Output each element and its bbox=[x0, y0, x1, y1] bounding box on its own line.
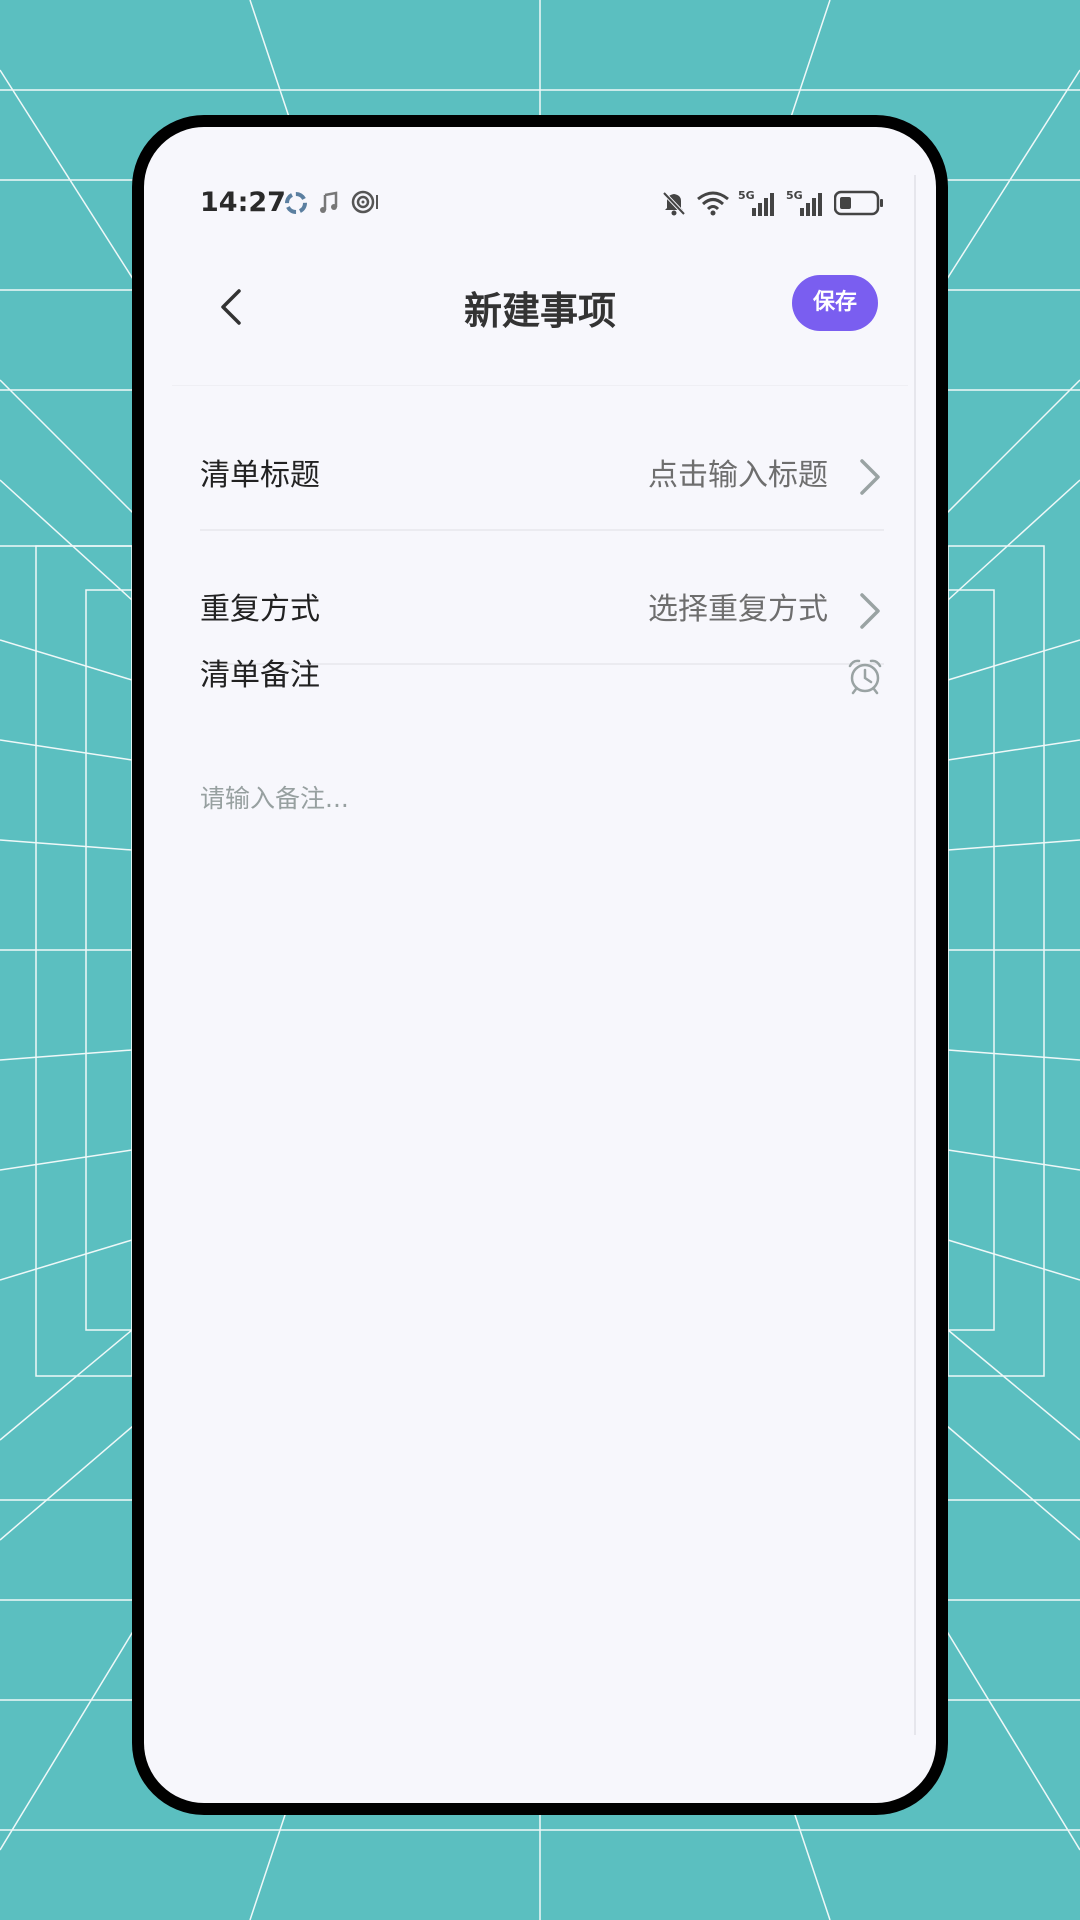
phone-frame: 14:27 5G 5G 新建事项 保存 清单标题 点击输入标题 重复方式 选择重… bbox=[132, 115, 948, 1815]
app-notification-icon bbox=[285, 192, 307, 214]
title-row-label: 清单标题 bbox=[200, 458, 320, 493]
title-row[interactable]: 清单标题 点击输入标题 bbox=[200, 421, 884, 531]
svg-text:5G: 5G bbox=[786, 189, 803, 202]
title-input-placeholder[interactable]: 点击输入标题 bbox=[648, 455, 828, 497]
header-divider bbox=[172, 385, 908, 386]
scrollbar-track[interactable] bbox=[914, 175, 916, 1735]
status-notification-icons bbox=[284, 187, 380, 219]
status-system-icons: 5G 5G bbox=[660, 187, 884, 219]
repeat-row-label: 重复方式 bbox=[200, 592, 320, 627]
save-button[interactable]: 保存 bbox=[792, 275, 878, 331]
battery-icon bbox=[834, 190, 883, 216]
chevron-right-icon bbox=[860, 593, 880, 629]
chevron-right-icon bbox=[860, 459, 880, 495]
notes-label: 清单备注 bbox=[200, 658, 320, 693]
signal-icon-2: 5G bbox=[786, 189, 822, 216]
music-note-icon bbox=[320, 191, 338, 213]
wifi-icon bbox=[697, 191, 729, 216]
alarm-clock-icon[interactable] bbox=[846, 657, 884, 695]
svg-text:5G: 5G bbox=[738, 189, 755, 202]
notes-input[interactable] bbox=[200, 781, 884, 1681]
repeat-row[interactable]: 重复方式 选择重复方式 bbox=[200, 555, 884, 665]
notes-section: 清单备注 bbox=[200, 655, 884, 715]
bell-off-icon bbox=[662, 191, 686, 216]
signal-icon: 5G bbox=[738, 189, 774, 216]
app-screen: 14:27 5G 5G 新建事项 保存 清单标题 点击输入标题 重复方式 选择重… bbox=[144, 127, 936, 1803]
row-divider bbox=[200, 529, 884, 531]
status-time: 14:27 bbox=[200, 187, 286, 218]
status-bar: 14:27 5G 5G bbox=[144, 183, 936, 223]
repeat-select-placeholder[interactable]: 选择重复方式 bbox=[648, 589, 828, 631]
hotspot-icon bbox=[351, 190, 378, 214]
